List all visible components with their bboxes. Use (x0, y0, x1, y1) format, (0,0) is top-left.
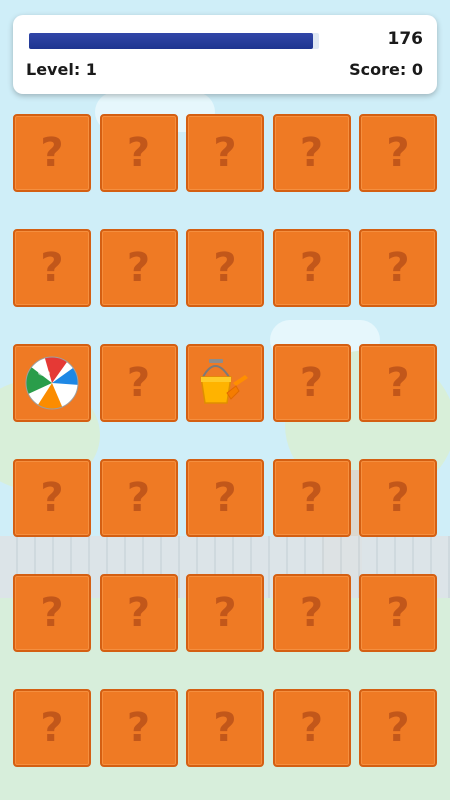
hud-panel: 176 Level: 1 Score: 0 (13, 15, 437, 94)
card-hidden[interactable]: ? (359, 344, 437, 422)
timer-bar (29, 33, 319, 49)
question-mark-icon: ? (386, 130, 410, 176)
card-revealed[interactable] (13, 344, 91, 422)
card-hidden[interactable]: ? (272, 689, 351, 767)
question-mark-icon: ? (299, 245, 324, 291)
card-hidden[interactable]: ? (99, 229, 178, 307)
question-mark-icon: ? (126, 590, 151, 636)
question-mark-icon: ? (40, 590, 64, 636)
card-hidden[interactable]: ? (13, 114, 91, 192)
card-hidden[interactable]: ? (272, 459, 351, 537)
level-label: Level: 1 (26, 60, 97, 79)
question-mark-icon: ? (213, 705, 237, 751)
question-mark-icon: ? (40, 245, 64, 291)
card-hidden[interactable]: ? (186, 574, 264, 652)
card-hidden[interactable]: ? (13, 574, 91, 652)
card-hidden[interactable]: ? (186, 114, 264, 192)
card-hidden[interactable]: ? (13, 229, 91, 307)
card-revealed[interactable] (186, 344, 264, 422)
bucket-and-spade-icon (195, 353, 255, 413)
question-mark-icon: ? (126, 245, 151, 291)
beach-ball-icon (24, 355, 80, 411)
card-grid: ?????????? ? ????????????????? (13, 114, 437, 767)
question-mark-icon: ? (213, 475, 237, 521)
question-mark-icon: ? (40, 475, 64, 521)
question-mark-icon: ? (126, 475, 151, 521)
timer-value: 176 (387, 29, 424, 49)
card-hidden[interactable]: ? (272, 574, 351, 652)
question-mark-icon: ? (299, 475, 324, 521)
card-hidden[interactable]: ? (186, 229, 264, 307)
card-hidden[interactable]: ? (359, 459, 437, 537)
card-hidden[interactable]: ? (359, 689, 437, 767)
question-mark-icon: ? (386, 705, 410, 751)
question-mark-icon: ? (126, 130, 151, 176)
question-mark-icon: ? (126, 705, 151, 751)
card-hidden[interactable]: ? (186, 459, 264, 537)
score-label: Score: 0 (349, 60, 423, 79)
card-hidden[interactable]: ? (359, 114, 437, 192)
card-hidden[interactable]: ? (272, 229, 351, 307)
question-mark-icon: ? (299, 590, 324, 636)
question-mark-icon: ? (299, 130, 324, 176)
card-hidden[interactable]: ? (99, 459, 178, 537)
question-mark-icon: ? (386, 475, 410, 521)
question-mark-icon: ? (40, 130, 64, 176)
card-hidden[interactable]: ? (99, 689, 178, 767)
timer-bar-fill (29, 33, 314, 49)
card-hidden[interactable]: ? (272, 114, 351, 192)
question-mark-icon: ? (299, 360, 324, 406)
question-mark-icon: ? (213, 130, 237, 176)
card-hidden[interactable]: ? (186, 689, 264, 767)
question-mark-icon: ? (126, 360, 151, 406)
question-mark-icon: ? (40, 705, 64, 751)
question-mark-icon: ? (213, 245, 237, 291)
card-hidden[interactable]: ? (99, 344, 178, 422)
question-mark-icon: ? (299, 705, 324, 751)
question-mark-icon: ? (213, 590, 237, 636)
question-mark-icon: ? (386, 245, 410, 291)
question-mark-icon: ? (386, 590, 410, 636)
card-hidden[interactable]: ? (272, 344, 351, 422)
question-mark-icon: ? (386, 360, 410, 406)
card-hidden[interactable]: ? (99, 574, 178, 652)
card-hidden[interactable]: ? (99, 114, 178, 192)
card-hidden[interactable]: ? (13, 459, 91, 537)
card-hidden[interactable]: ? (359, 574, 437, 652)
card-hidden[interactable]: ? (13, 689, 91, 767)
card-hidden[interactable]: ? (359, 229, 437, 307)
